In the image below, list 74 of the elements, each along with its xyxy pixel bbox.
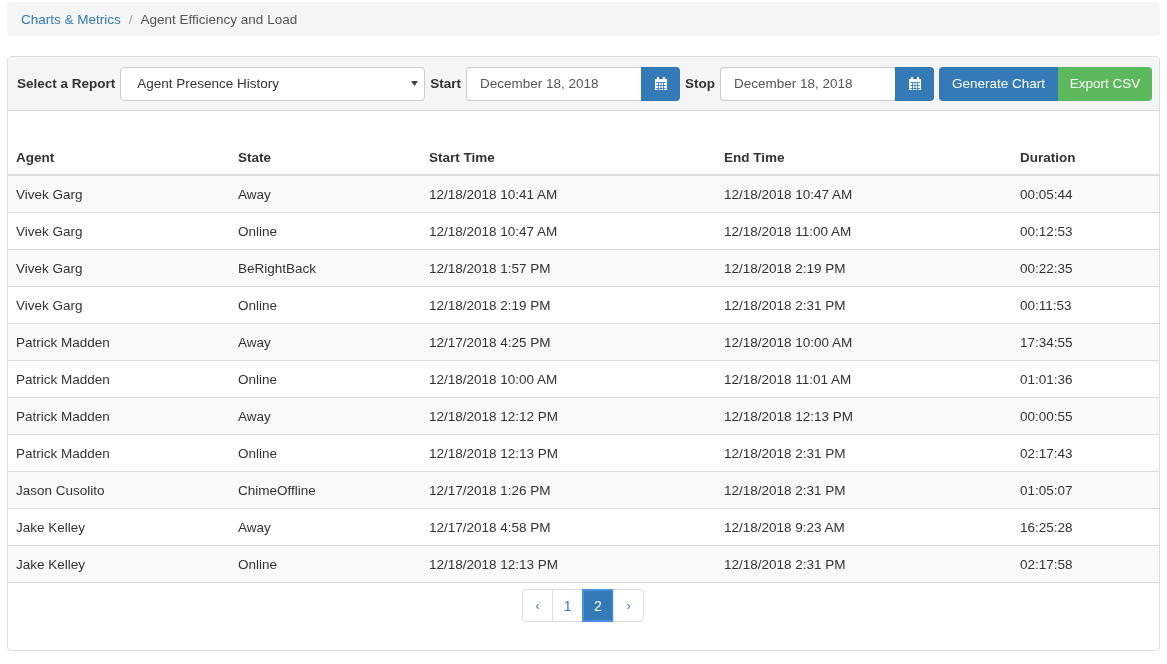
- table-cell: Jake Kelley: [8, 508, 230, 546]
- table-cell: Online: [230, 360, 421, 398]
- table-cell: 12/18/2018 2:19 PM: [716, 249, 1012, 287]
- stop-date-field[interactable]: December 18, 2018: [720, 66, 895, 101]
- table-cell: 12/18/2018 10:47 AM: [421, 212, 716, 250]
- table-cell: ChimeOffline: [230, 471, 421, 509]
- next-page-button[interactable]: ›: [612, 589, 644, 622]
- table-cell: 12/18/2018 10:47 AM: [716, 175, 1012, 213]
- table-cell: Away: [230, 175, 421, 213]
- table-cell: 12/18/2018 2:19 PM: [421, 286, 716, 324]
- table-cell: 12/18/2018 12:13 PM: [421, 545, 716, 583]
- table-cell: Patrick Madden: [8, 360, 230, 398]
- report-label: Select a Report: [17, 76, 116, 91]
- table-cell: 12/18/2018 10:00 AM: [716, 323, 1012, 361]
- table-cell: 12/17/2018 4:58 PM: [421, 508, 716, 546]
- table-cell: 12/18/2018 2:31 PM: [716, 434, 1012, 472]
- table-cell: Vivek Garg: [8, 249, 230, 287]
- table-cell: 00:12:53: [1012, 212, 1159, 250]
- caret-icon: [411, 81, 419, 86]
- stop-label: Stop: [685, 76, 715, 91]
- table-cell: Away: [230, 508, 421, 546]
- table-cell: 02:17:43: [1012, 434, 1159, 472]
- calendar-button[interactable]: [641, 66, 680, 101]
- report-select[interactable]: Agent Presence History: [120, 66, 426, 101]
- table-cell: 00:22:35: [1012, 249, 1159, 287]
- calendar-icon: [653, 76, 668, 91]
- start-date-field[interactable]: December 18, 2018: [466, 66, 641, 101]
- table-cell: 00:11:53: [1012, 286, 1159, 324]
- breadcrumb-link[interactable]: Charts & Metrics: [21, 11, 121, 27]
- table-cell: BeRightBack: [230, 249, 421, 287]
- table-cell: 12/18/2018 2:31 PM: [716, 286, 1012, 324]
- breadcrumb-separator: /: [128, 11, 133, 27]
- table-cell: Vivek Garg: [8, 212, 230, 250]
- table-cell: Online: [230, 212, 421, 250]
- table-cell: 12/18/2018 9:23 AM: [716, 508, 1012, 546]
- previous-page-button[interactable]: ‹: [522, 589, 554, 622]
- calendar-button[interactable]: [895, 66, 934, 101]
- table-cell: Patrick Madden: [8, 323, 230, 361]
- table-cell: 17:34:55: [1012, 323, 1159, 361]
- table-cell: Vivek Garg: [8, 286, 230, 324]
- table-cell: 12/18/2018 11:00 AM: [716, 212, 1012, 250]
- table-cell: 12/18/2018 2:31 PM: [716, 545, 1012, 583]
- table-cell: 12/18/2018 10:41 AM: [421, 175, 716, 213]
- table-cell: 12/18/2018 12:13 PM: [421, 434, 716, 472]
- start-label: Start: [430, 76, 461, 91]
- table-cell: 12/17/2018 1:26 PM: [421, 471, 716, 509]
- page-button[interactable]: 1: [552, 589, 584, 622]
- table-cell: 12/18/2018 1:57 PM: [421, 249, 716, 287]
- table-cell: 00:05:44: [1012, 175, 1159, 213]
- table-cell: 12/18/2018 12:12 PM: [421, 397, 716, 435]
- table-cell: 01:01:36: [1012, 360, 1159, 398]
- table-cell: 12/18/2018 2:31 PM: [716, 471, 1012, 509]
- table-cell: 01:05:07: [1012, 471, 1159, 509]
- table-cell: Away: [230, 323, 421, 361]
- table-cell: Away: [230, 397, 421, 435]
- page-button[interactable]: 2: [582, 589, 614, 622]
- table-cell: Jason Cusolito: [8, 471, 230, 509]
- table-cell: Jake Kelley: [8, 545, 230, 583]
- table-cell: Vivek Garg: [8, 175, 230, 213]
- table-cell: 12/18/2018 12:13 PM: [716, 397, 1012, 435]
- calendar-icon: [907, 76, 922, 91]
- table-cell: Online: [230, 434, 421, 472]
- table-cell: Online: [230, 545, 421, 583]
- generate-button[interactable]: Generate Chart: [939, 66, 1058, 101]
- table-cell: 00:00:55: [1012, 397, 1159, 435]
- table-cell: Patrick Madden: [8, 434, 230, 472]
- table-cell: Online: [230, 286, 421, 324]
- table-cell: 02:17:58: [1012, 545, 1159, 583]
- table-cell: Patrick Madden: [8, 397, 230, 435]
- table-cell: 12/18/2018 10:00 AM: [421, 360, 716, 398]
- table-cell: 12/17/2018 4:25 PM: [421, 323, 716, 361]
- table-cell: 12/18/2018 11:01 AM: [716, 360, 1012, 398]
- breadcrumb-current: Agent Efficiency and Load: [140, 11, 298, 27]
- table-cell: 16:25:28: [1012, 508, 1159, 546]
